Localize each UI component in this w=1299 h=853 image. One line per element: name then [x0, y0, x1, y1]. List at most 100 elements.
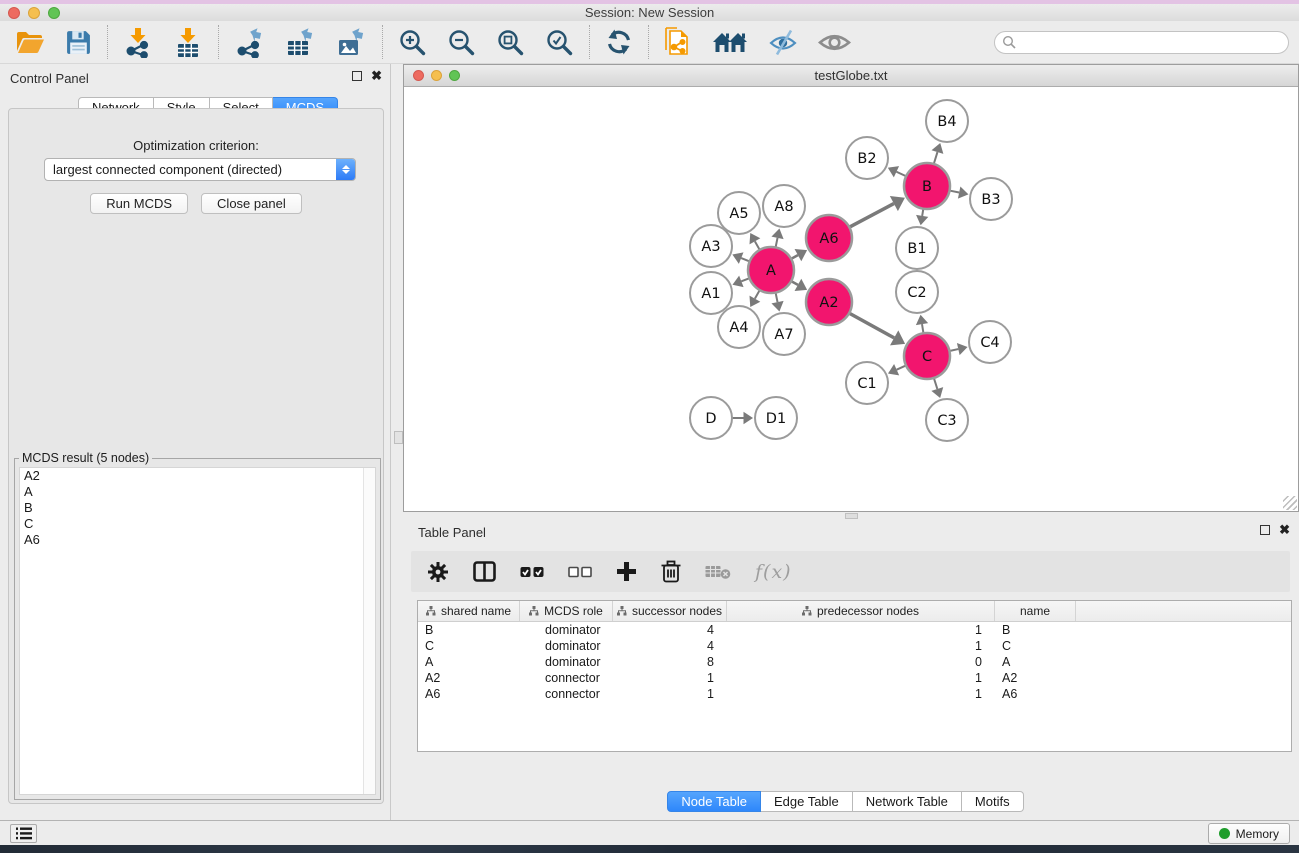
graph-node-A5[interactable]: A5: [718, 192, 760, 234]
graph-node-B3[interactable]: B3: [970, 178, 1012, 220]
graph-edge-A6-B[interactable]: [849, 204, 894, 228]
run-mcds-button[interactable]: Run MCDS: [90, 193, 188, 214]
zoom-out-icon[interactable]: [447, 28, 476, 57]
column-header-name[interactable]: name: [995, 601, 1076, 621]
save-session-icon[interactable]: [65, 29, 92, 56]
graph-node-A4[interactable]: A4: [718, 306, 760, 348]
graph-edge-B-B2[interactable]: [896, 172, 906, 177]
node-label: A2: [819, 295, 838, 311]
search-input[interactable]: [1017, 32, 1288, 53]
tab-network-table[interactable]: Network Table: [853, 791, 962, 812]
graph-node-D[interactable]: D: [690, 397, 732, 439]
table-cell: 1: [613, 687, 727, 701]
refresh-icon[interactable]: [605, 28, 633, 56]
window-resize-grip[interactable]: [1283, 496, 1297, 510]
column-header-successor-nodes[interactable]: successor nodes: [613, 601, 727, 621]
vertical-split-handle[interactable]: [394, 431, 403, 444]
graph-node-B1[interactable]: B1: [896, 227, 938, 269]
graph-node-A8[interactable]: A8: [763, 185, 805, 227]
graph-node-A[interactable]: A: [748, 247, 794, 293]
mcds-list-scrollbar[interactable]: [363, 468, 375, 794]
network-canvas[interactable]: B4 B2 B B3 A5A8A6 B1 A3 A C2 A1 A2 A4A7 C4 C C1 C3 D D1: [404, 88, 1298, 511]
float-table-panel-icon[interactable]: [1260, 525, 1270, 535]
graph-edge-A-A7[interactable]: [776, 293, 778, 303]
export-network-icon[interactable]: [234, 27, 265, 58]
mcds-result-item[interactable]: C: [20, 516, 375, 532]
home-networks-icon[interactable]: [712, 29, 748, 55]
table-row[interactable]: Cdominator41C: [418, 638, 1291, 654]
graph-edge-C-C3[interactable]: [934, 378, 937, 389]
table-row[interactable]: Adominator80A: [418, 654, 1291, 670]
mcds-result-item[interactable]: A: [20, 484, 375, 500]
graph-node-A1[interactable]: A1: [690, 272, 732, 314]
function-builder-icon[interactable]: f(x): [755, 561, 792, 583]
memory-button[interactable]: Memory: [1208, 823, 1290, 844]
export-table-icon[interactable]: [285, 27, 316, 58]
show-details-icon[interactable]: [818, 31, 851, 54]
graph-node-C4[interactable]: C4: [969, 321, 1011, 363]
column-header-MCDS-role[interactable]: MCDS role: [520, 601, 613, 621]
graph-node-A3[interactable]: A3: [690, 225, 732, 267]
tab-node-table[interactable]: Node Table: [667, 791, 761, 812]
graph-node-C2[interactable]: C2: [896, 271, 938, 313]
graph-edge-B-B4[interactable]: [934, 152, 938, 164]
import-table-icon[interactable]: [173, 27, 203, 58]
graph-node-D1[interactable]: D1: [755, 397, 797, 439]
graph-edge-A-A4[interactable]: [755, 290, 760, 299]
mcds-result-item[interactable]: A2: [20, 468, 375, 484]
graph-node-C[interactable]: C: [904, 333, 950, 379]
export-image-icon[interactable]: [336, 27, 367, 58]
graph-edge-A2-C[interactable]: [849, 313, 894, 338]
graph-node-A2[interactable]: A2: [806, 279, 852, 325]
close-panel-button[interactable]: Close panel: [201, 193, 302, 214]
tab-edge-table[interactable]: Edge Table: [761, 791, 853, 812]
graph-node-B2[interactable]: B2: [846, 137, 888, 179]
graph-edge-B-B3[interactable]: [950, 191, 960, 193]
deselect-all-icon[interactable]: [568, 563, 592, 581]
graph-node-B[interactable]: B: [904, 163, 950, 209]
table-row[interactable]: Bdominator41B: [418, 622, 1291, 638]
graph-edge-A-A5[interactable]: [755, 241, 760, 250]
network-window-titlebar[interactable]: testGlobe.txt: [404, 65, 1298, 87]
close-table-panel-icon[interactable]: ✖: [1279, 525, 1290, 535]
open-session-icon[interactable]: [15, 29, 45, 56]
column-header-predecessor-nodes[interactable]: predecessor nodes: [727, 601, 995, 621]
node-label: C: [922, 349, 932, 365]
tab-motifs[interactable]: Motifs: [962, 791, 1024, 812]
delete-column-trash-icon[interactable]: [661, 560, 681, 583]
graph-edge-A-A1[interactable]: [741, 278, 749, 281]
graph-node-C3[interactable]: C3: [926, 399, 968, 441]
toolbar-search[interactable]: [994, 31, 1289, 54]
table-cell: A: [418, 655, 520, 669]
zoom-selected-icon[interactable]: [545, 28, 574, 57]
criterion-dropdown[interactable]: largest connected component (directed): [44, 158, 356, 181]
select-all-icon[interactable]: [520, 563, 544, 581]
graph-node-A7[interactable]: A7: [763, 313, 805, 355]
close-panel-icon[interactable]: ✖: [371, 71, 382, 81]
zoom-in-icon[interactable]: [398, 28, 427, 57]
mcds-result-item[interactable]: B: [20, 500, 375, 516]
table-settings-gear-icon[interactable]: [427, 561, 449, 583]
graph-edge-A-A3[interactable]: [741, 258, 749, 261]
graph-edge-A-A8[interactable]: [776, 238, 778, 248]
create-column-plus-icon[interactable]: [616, 561, 637, 582]
graph-node-B4[interactable]: B4: [926, 100, 968, 142]
zoom-fit-icon[interactable]: [496, 28, 525, 57]
graph-edge-C-C2[interactable]: [922, 324, 923, 333]
show-column-panel-icon[interactable]: [473, 561, 496, 582]
delete-table-icon[interactable]: [705, 563, 731, 580]
graph-node-A6[interactable]: A6: [806, 215, 852, 261]
column-header-shared-name[interactable]: shared name: [418, 601, 520, 621]
float-panel-icon[interactable]: [352, 71, 362, 81]
graph-edge-C-C1[interactable]: [897, 365, 906, 369]
table-row[interactable]: A6connector11A6: [418, 686, 1291, 702]
mcds-result-item[interactable]: A6: [20, 532, 375, 548]
task-history-button[interactable]: [10, 824, 37, 843]
mcds-result-title: MCDS result (5 nodes): [19, 451, 152, 465]
table-row[interactable]: A2connector11A2: [418, 670, 1291, 686]
hide-details-icon[interactable]: [768, 29, 798, 56]
graph-edge-C-C4[interactable]: [949, 349, 958, 351]
graph-node-C1[interactable]: C1: [846, 362, 888, 404]
import-network-icon[interactable]: [123, 27, 153, 58]
network-from-file-icon[interactable]: [664, 27, 692, 58]
